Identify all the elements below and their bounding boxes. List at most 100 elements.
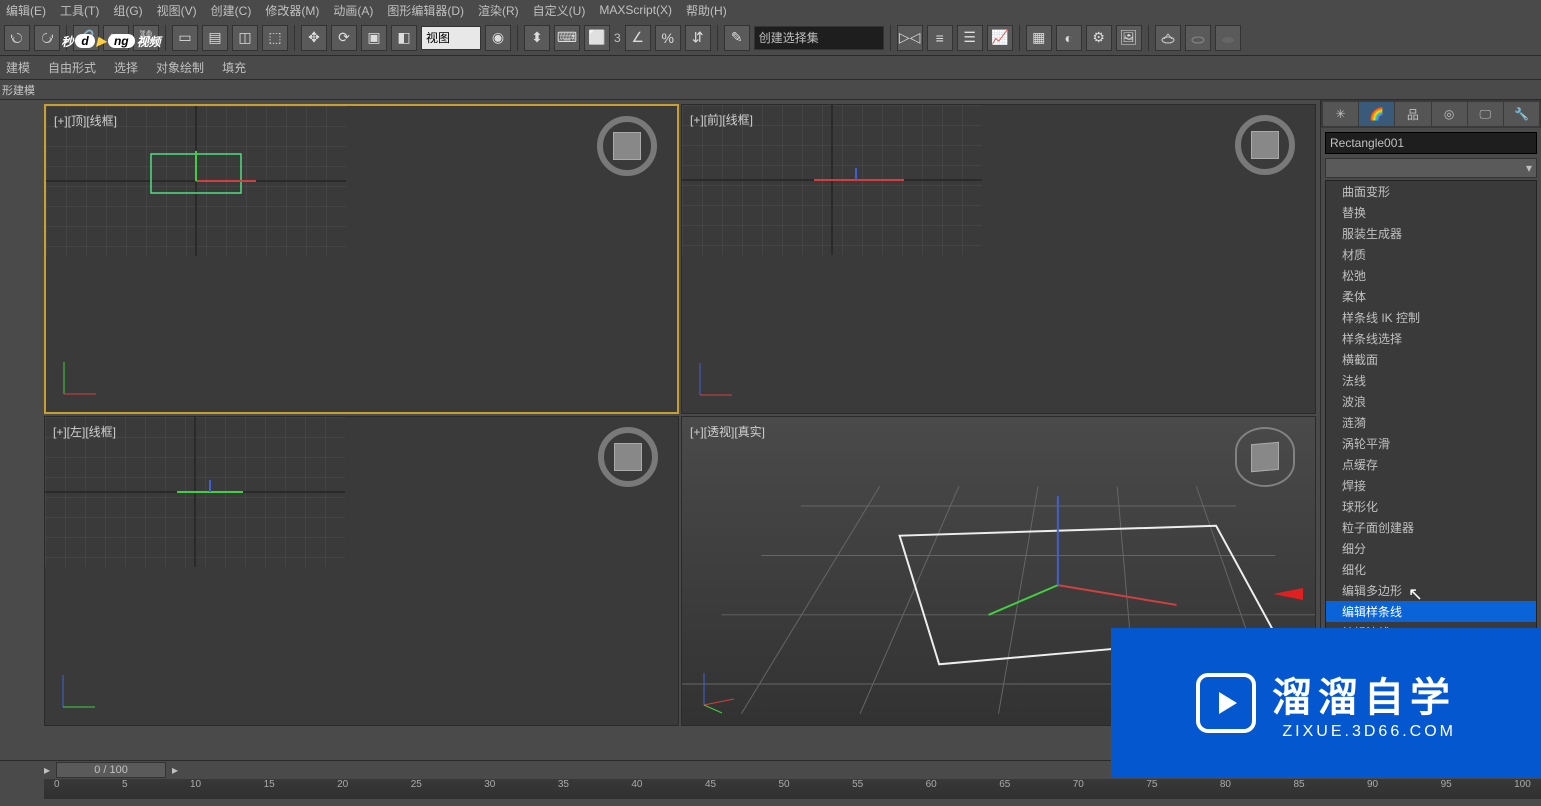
- modifier-item[interactable]: 法线: [1326, 370, 1536, 391]
- angle-snap-button[interactable]: ∠: [625, 25, 651, 51]
- viewport-persp-label[interactable]: [+][透视][真实]: [690, 423, 765, 440]
- modifier-item[interactable]: 涡轮平滑: [1326, 433, 1536, 454]
- use-center-button[interactable]: ◉: [485, 25, 511, 51]
- menu-edit[interactable]: 编辑(E): [6, 2, 46, 19]
- tick-label: 65: [999, 779, 1010, 799]
- ribbon-populate[interactable]: 填充: [222, 59, 246, 76]
- modifier-list-combo[interactable]: ▾: [1325, 158, 1537, 178]
- schematic-view-button[interactable]: ▦: [1026, 25, 1052, 51]
- viewcube-icon[interactable]: [598, 427, 658, 487]
- wm-small-text: ZIXUE.3D66.COM: [1272, 723, 1456, 741]
- modifier-dropdown-list[interactable]: 曲面变形替换服装生成器材质松弛柔体样条线 IK 控制样条线选择横截面法线波浪涟漪…: [1325, 180, 1537, 644]
- axis-gizmo-icon: [692, 665, 742, 715]
- align-button[interactable]: ≡: [927, 25, 953, 51]
- viewport-top[interactable]: [+][顶][线框]: [44, 104, 679, 414]
- layers-button[interactable]: ☰: [957, 25, 983, 51]
- poly-modeling-label: 形建模: [2, 82, 35, 98]
- tick-label: 90: [1367, 779, 1378, 799]
- annotation-arrow-icon: [1273, 584, 1313, 604]
- snap-button[interactable]: ⬜: [584, 25, 610, 51]
- create-tab[interactable]: ✳: [1323, 102, 1358, 126]
- time-ruler[interactable]: 0510152025303540455055606570758085909510…: [44, 779, 1541, 799]
- menu-group[interactable]: 组(G): [113, 2, 142, 19]
- modifier-item[interactable]: 样条线 IK 控制: [1326, 307, 1536, 328]
- select-region-button[interactable]: ◫: [232, 25, 258, 51]
- rotate-button[interactable]: ⟳: [331, 25, 357, 51]
- modifier-item[interactable]: 曲面变形: [1326, 181, 1536, 202]
- scale-button[interactable]: ▣: [361, 25, 387, 51]
- menu-tools[interactable]: 工具(T): [60, 2, 99, 19]
- modifier-item[interactable]: 松弛: [1326, 265, 1536, 286]
- menu-maxscript[interactable]: MAXScript(X): [599, 3, 672, 17]
- tick-label: 10: [190, 779, 201, 799]
- modify-tab[interactable]: 🌈: [1359, 102, 1394, 126]
- tick-label: 20: [337, 779, 348, 799]
- object-name-field[interactable]: Rectangle001: [1325, 132, 1537, 154]
- menu-views[interactable]: 视图(V): [157, 2, 197, 19]
- viewport-left-label[interactable]: [+][左][线框]: [53, 423, 116, 440]
- modifier-item[interactable]: 点缓存: [1326, 454, 1536, 475]
- mirror-button[interactable]: ▷◁: [897, 25, 923, 51]
- render-last-button[interactable]: [1215, 25, 1241, 51]
- viewport-top-label[interactable]: [+][顶][线框]: [54, 112, 117, 129]
- move-button[interactable]: ✥: [301, 25, 327, 51]
- modifier-item[interactable]: 编辑样条线: [1326, 601, 1536, 622]
- motion-tab[interactable]: ◎: [1432, 102, 1467, 126]
- modifier-item[interactable]: 细分: [1326, 538, 1536, 559]
- tick-label: 70: [1073, 779, 1084, 799]
- play-toggle-icon[interactable]: ▸: [44, 763, 50, 777]
- modifier-item[interactable]: 编辑多边形: [1326, 580, 1536, 601]
- menu-help[interactable]: 帮助(H): [686, 2, 727, 19]
- spinner-snap-button[interactable]: ⇵: [685, 25, 711, 51]
- tick-label: 15: [264, 779, 275, 799]
- menu-rendering[interactable]: 渲染(R): [478, 2, 519, 19]
- tick-label: 75: [1146, 779, 1157, 799]
- menu-create[interactable]: 创建(C): [211, 2, 252, 19]
- modifier-item[interactable]: 波浪: [1326, 391, 1536, 412]
- menu-animation[interactable]: 动画(A): [333, 2, 373, 19]
- modifier-item[interactable]: 服装生成器: [1326, 223, 1536, 244]
- axis-gizmo-icon: [56, 352, 106, 402]
- keyboard-shortcut-button[interactable]: ⌨: [554, 25, 580, 51]
- wm-big-text: 溜溜自学: [1272, 665, 1456, 723]
- manipulate-button[interactable]: ⬍: [524, 25, 550, 51]
- reference-coord-combo[interactable]: 视图: [421, 26, 481, 50]
- window-crossing-button[interactable]: ⬚: [262, 25, 288, 51]
- render-iterative-button[interactable]: [1185, 25, 1211, 51]
- menu-customize[interactable]: 自定义(U): [533, 2, 586, 19]
- viewcube-icon[interactable]: [597, 116, 657, 176]
- modifier-item[interactable]: 材质: [1326, 244, 1536, 265]
- modifier-item[interactable]: 柔体: [1326, 286, 1536, 307]
- utilities-tab[interactable]: 🔧: [1504, 102, 1539, 126]
- viewcube-icon[interactable]: [1235, 115, 1295, 175]
- menu-graph-editors[interactable]: 图形编辑器(D): [387, 2, 464, 19]
- render-setup-button[interactable]: ⚙: [1086, 25, 1112, 51]
- axis-gizmo-icon: [692, 353, 742, 403]
- viewport-front-label[interactable]: [+][前][线框]: [690, 111, 753, 128]
- time-slider-thumb[interactable]: 0 / 100: [56, 762, 166, 778]
- modifier-item[interactable]: 样条线选择: [1326, 328, 1536, 349]
- modifier-item[interactable]: 焊接: [1326, 475, 1536, 496]
- slider-track-arrow-icon[interactable]: ▸: [172, 763, 178, 777]
- viewcube-icon[interactable]: [1235, 427, 1295, 487]
- viewport-front[interactable]: [+][前][线框]: [681, 104, 1316, 414]
- render-production-button[interactable]: [1155, 25, 1181, 51]
- edit-named-sel-button[interactable]: ✎: [724, 25, 750, 51]
- modifier-item[interactable]: 粒子面创建器: [1326, 517, 1536, 538]
- hierarchy-tab[interactable]: 品: [1395, 102, 1430, 126]
- percent-snap-button[interactable]: %: [655, 25, 681, 51]
- tick-label: 5: [122, 779, 128, 799]
- modifier-item[interactable]: 涟漪: [1326, 412, 1536, 433]
- modifier-item[interactable]: 细化: [1326, 559, 1536, 580]
- modifier-item[interactable]: 替换: [1326, 202, 1536, 223]
- render-frame-button[interactable]: 🖼: [1116, 25, 1142, 51]
- viewport-left[interactable]: [+][左][线框]: [44, 416, 679, 726]
- material-editor-button[interactable]: ◐: [1056, 25, 1082, 51]
- modifier-item[interactable]: 球形化: [1326, 496, 1536, 517]
- display-tab[interactable]: 🖵: [1468, 102, 1503, 126]
- curve-editor-button[interactable]: 📈: [987, 25, 1013, 51]
- named-selection-combo[interactable]: 创建选择集: [754, 26, 884, 50]
- menu-modifiers[interactable]: 修改器(M): [265, 2, 319, 19]
- ref-coord-button[interactable]: ◧: [391, 25, 417, 51]
- modifier-item[interactable]: 横截面: [1326, 349, 1536, 370]
